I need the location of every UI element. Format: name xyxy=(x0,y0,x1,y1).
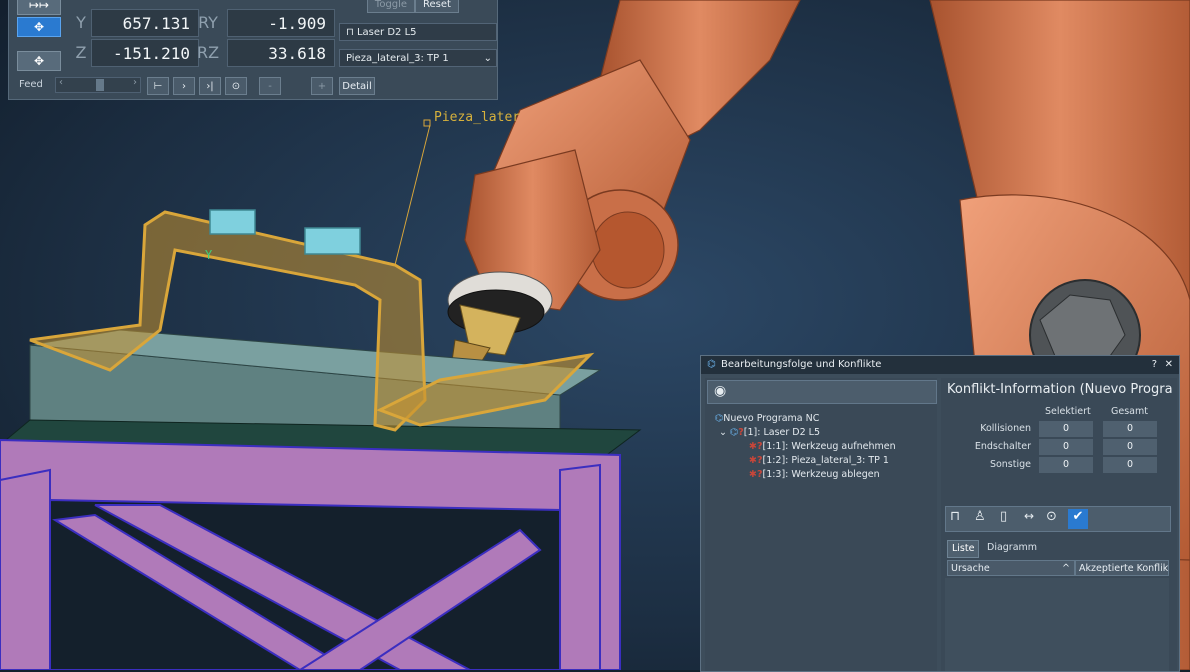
plus-button[interactable]: + xyxy=(311,77,333,95)
axis-toggle-button[interactable]: ↦↦ xyxy=(17,0,61,15)
col-selected-header: Selektiert xyxy=(1045,406,1091,417)
toggle-button[interactable]: Toggle xyxy=(367,0,415,13)
stop-button[interactable]: ⊙ xyxy=(225,77,247,95)
col-accepted-header[interactable]: Akzeptierte Konflik xyxy=(1075,560,1169,576)
chevron-down-icon[interactable]: ⌄ xyxy=(719,427,730,438)
more-icon[interactable]: ⊙ xyxy=(1046,509,1066,529)
dialog-app-icon: ⌬ xyxy=(707,359,716,370)
limits-selected: 0 xyxy=(1039,439,1093,455)
robot-icon[interactable]: ♙ xyxy=(974,509,994,529)
other-total: 0 xyxy=(1103,457,1157,473)
conflict-info-title: Konflikt-Information (Nuevo Programa NC xyxy=(947,382,1173,397)
dialog-titlebar[interactable]: ⌬ Bearbeitungsfolge und Konflikte ? ✕ xyxy=(701,356,1179,374)
question-icon: ✱? xyxy=(749,455,763,466)
axis-ry-value[interactable]: -1.909 xyxy=(227,9,335,37)
question-icon: ✱? xyxy=(749,469,763,480)
tool-icon: ⊓ xyxy=(346,27,357,38)
row-label-collisions: Kollisionen xyxy=(980,423,1031,434)
feed-slider[interactable]: ‹ › xyxy=(55,77,141,93)
step-end-button[interactable]: ›| xyxy=(199,77,221,95)
collisions-total: 0 xyxy=(1103,421,1157,437)
support-frame xyxy=(0,438,621,670)
col-total-header: Gesamt xyxy=(1111,406,1148,417)
chevron-left-icon: ‹ xyxy=(59,77,63,88)
axis-y-value[interactable]: 657.131 xyxy=(91,9,199,37)
eye-icon[interactable]: ◉ xyxy=(714,383,726,399)
axis-rz-label: RZ xyxy=(196,43,220,62)
folder-icon[interactable]: ⊓ xyxy=(950,509,970,529)
close-icon[interactable]: ✕ xyxy=(1165,356,1173,374)
tree-toolbar: ◉ xyxy=(707,380,937,404)
target-dropdown[interactable]: Pieza_lateral_3: TP 1 ⌄ xyxy=(339,49,497,67)
check-icon[interactable]: ✔ xyxy=(1068,509,1088,529)
detail-button[interactable]: Detail xyxy=(339,77,375,95)
axis-ry-label: RY xyxy=(198,13,218,32)
tree-child-laser[interactable]: ⌄ ⌬?[1]: Laser D2 L5 xyxy=(719,427,820,438)
tree-root[interactable]: ⌬Nuevo Programa NC xyxy=(715,413,819,424)
sort-chevron-icon: ^ xyxy=(1062,563,1070,574)
collisions-selected: 0 xyxy=(1039,421,1093,437)
jog-panel: ↦↦ ✥ ✥ Y 657.131 RY -1.909 Z -151.210 RZ… xyxy=(8,0,498,100)
minus-button[interactable]: - xyxy=(259,77,281,95)
chevron-right-icon: › xyxy=(133,77,137,88)
question-icon: ✱? xyxy=(749,441,763,452)
conflict-toolbar: ⊓ ♙ ▯ ↔ ⊙ ✔ xyxy=(945,506,1171,532)
tool-icon[interactable]: ▯ xyxy=(1000,509,1020,529)
axis-rz-value[interactable]: 33.618 xyxy=(227,39,335,67)
other-selected: 0 xyxy=(1039,457,1093,473)
col-cause-header[interactable]: Ursache ^ xyxy=(947,560,1075,576)
conflict-info-pane: Konflikt-Information (Nuevo Programa NC … xyxy=(941,378,1177,671)
sequence-tree-pane: ◉ ⌬Nuevo Programa NC ⌄ ⌬?[1]: Laser D2 L… xyxy=(705,378,937,671)
axis-z-value[interactable]: -151.210 xyxy=(91,39,199,67)
help-button[interactable]: ? xyxy=(1152,356,1157,374)
tab-list[interactable]: Liste xyxy=(947,540,980,558)
move-icon-button-2[interactable]: ✥ xyxy=(17,51,61,71)
step-forward-button[interactable]: › xyxy=(173,77,195,95)
part-label: Pieza_later xyxy=(434,110,521,125)
step-start-button[interactable]: ⊢ xyxy=(147,77,169,95)
row-label-other: Sonstige xyxy=(989,459,1031,470)
reset-button[interactable]: Reset xyxy=(415,0,459,13)
chevron-down-icon: ⌄ xyxy=(483,53,492,64)
sequence-conflicts-dialog: ⌬ Bearbeitungsfolge und Konflikte ? ✕ ◉ … xyxy=(700,355,1180,672)
limits-total: 0 xyxy=(1103,439,1157,455)
conflict-list[interactable] xyxy=(945,578,1169,671)
tree-item[interactable]: ✱?[1:3]: Werkzeug ablegen xyxy=(749,469,880,480)
axis-label: Y xyxy=(205,248,213,262)
distance-icon[interactable]: ↔ xyxy=(1024,509,1044,529)
feed-label: Feed xyxy=(19,79,43,90)
slider-handle[interactable] xyxy=(96,79,104,91)
tab-diagram[interactable]: Diagramm xyxy=(983,540,1041,556)
tool-field[interactable]: ⊓ Laser D2 L5 xyxy=(339,23,497,41)
tree-item[interactable]: ✱?[1:2]: Pieza_lateral_3: TP 1 xyxy=(749,455,889,466)
move-icon-button[interactable]: ✥ xyxy=(17,17,61,37)
tree-item[interactable]: ✱?[1:1]: Werkzeug aufnehmen xyxy=(749,441,896,452)
dialog-title: Bearbeitungsfolge und Konflikte xyxy=(721,359,882,370)
row-label-limit-switches: Endschalter xyxy=(974,441,1031,452)
